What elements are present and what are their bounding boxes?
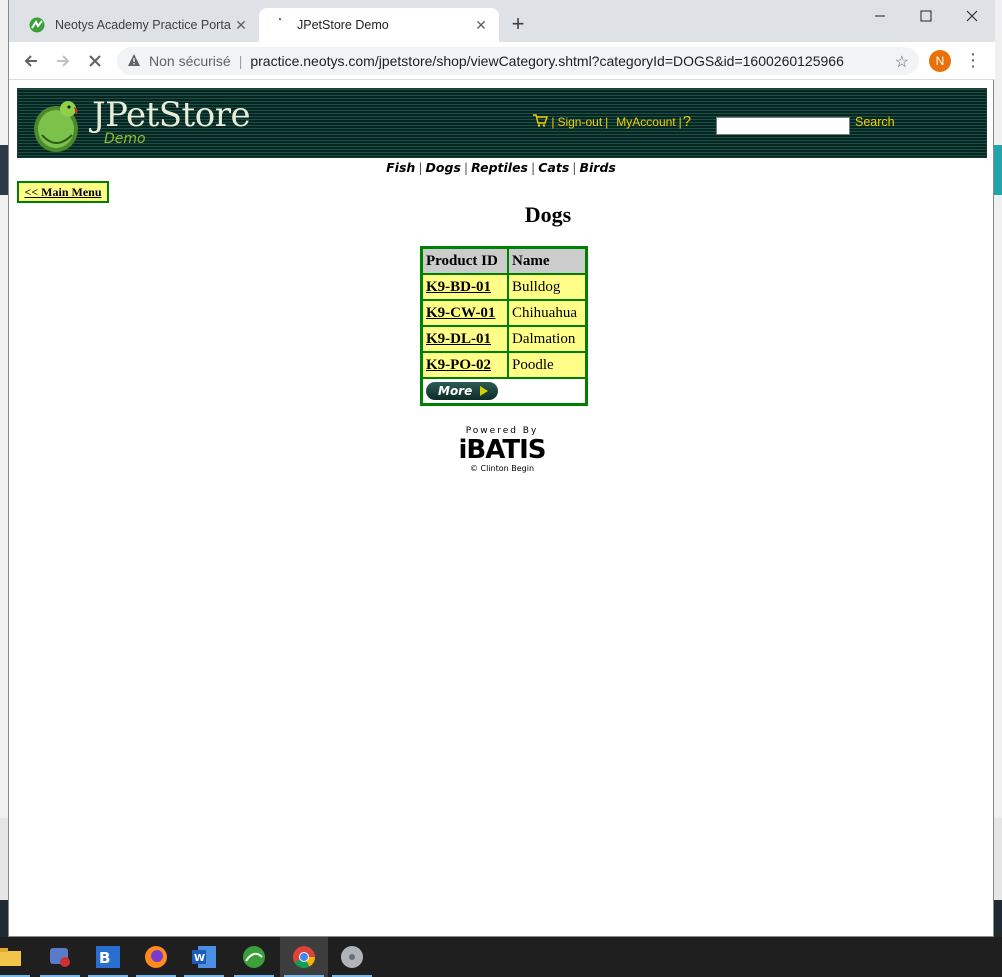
minimize-icon[interactable] — [857, 0, 903, 32]
menu-kebab-icon[interactable]: ⋮ — [963, 50, 983, 72]
warning-icon — [127, 53, 141, 70]
neoload-icon[interactable] — [230, 937, 278, 977]
logo-subtitle: Demo — [104, 131, 146, 147]
tab-strip: Neotys Academy Practice Portal ✕ JPetSto… — [9, 0, 995, 42]
tab-jpetstore[interactable]: JPetStore Demo ✕ — [259, 8, 499, 42]
link-divider: | — [678, 114, 682, 129]
url-text[interactable]: practice.neotys.com/jpetstore/shop/viewC… — [250, 53, 844, 69]
close-tab-icon[interactable]: ✕ — [471, 15, 491, 35]
background-strip — [0, 145, 8, 195]
app-switcher-icon[interactable] — [36, 937, 84, 977]
product-id-link[interactable]: K9-BD-01 — [422, 274, 508, 300]
web-page: JPetStore Demo | Sign-out | MyAccount | … — [9, 80, 993, 936]
address-divider: | — [238, 53, 243, 69]
stop-loading-icon[interactable] — [83, 49, 107, 73]
forward-arrow-icon[interactable] — [51, 49, 75, 73]
table-row: K9-CW-01 Chihuahua — [422, 300, 586, 326]
jpetstore-header: JPetStore Demo | Sign-out | MyAccount | … — [17, 88, 987, 158]
disc-app-icon[interactable] — [328, 937, 376, 977]
more-cell: More — [422, 378, 586, 404]
category-quicklinks: Fish | Dogs | Reptiles | Cats | Birds — [9, 160, 993, 175]
help-question-icon[interactable]: ? — [683, 113, 691, 130]
more-label: More — [438, 384, 473, 398]
search-button[interactable]: Search — [855, 115, 895, 129]
quicklink-reptiles[interactable]: Reptiles — [471, 160, 528, 175]
product-name: Dalmation — [508, 326, 586, 352]
close-tab-icon[interactable]: ✕ — [231, 15, 251, 35]
chrome-icon[interactable] — [280, 937, 328, 977]
link-divider: | — [531, 160, 536, 175]
column-header-product-id: Product ID — [422, 248, 508, 274]
svg-text:B: B — [99, 949, 110, 967]
product-id-link[interactable]: K9-PO-02 — [422, 352, 508, 378]
ibatis-brand: iBATIS — [458, 435, 547, 465]
parrot-logo-icon[interactable] — [32, 95, 82, 153]
background-strip — [994, 145, 1002, 195]
column-header-name: Name — [508, 248, 586, 274]
quicklink-birds[interactable]: Birds — [579, 160, 615, 175]
browser-toolbar: Non sécurisé | practice.neotys.com/jpets… — [9, 42, 995, 80]
play-arrow-icon — [480, 386, 489, 396]
address-bar[interactable]: Non sécurisé | practice.neotys.com/jpets… — [117, 47, 919, 75]
svg-text:W: W — [194, 953, 205, 964]
back-arrow-icon[interactable] — [19, 49, 43, 73]
product-name: Bulldog — [508, 274, 586, 300]
tab-title: Neotys Academy Practice Portal — [55, 18, 231, 32]
more-button[interactable]: More — [426, 382, 498, 400]
main-menu-button[interactable]: << Main Menu — [17, 181, 109, 203]
link-divider: | — [605, 114, 609, 129]
quicklink-dogs[interactable]: Dogs — [426, 160, 461, 175]
firefox-icon[interactable] — [132, 937, 180, 977]
product-id-link[interactable]: K9-CW-01 — [422, 300, 508, 326]
word-icon[interactable]: W — [180, 937, 228, 977]
table-row: K9-DL-01 Dalmation — [422, 326, 586, 352]
quicklink-cats[interactable]: Cats — [538, 160, 569, 175]
taskbar: B W — [0, 937, 1002, 977]
sign-out-link[interactable]: Sign-out — [557, 115, 602, 129]
table-row: K9-PO-02 Poodle — [422, 352, 586, 378]
my-account-link[interactable]: MyAccount — [616, 115, 675, 129]
b-app-icon[interactable]: B — [84, 937, 132, 977]
tab-title: JPetStore Demo — [297, 18, 389, 32]
loading-spinner-icon — [271, 17, 287, 33]
new-tab-button[interactable]: + — [507, 13, 529, 36]
file-explorer-icon[interactable] — [0, 937, 34, 977]
browser-window: Neotys Academy Practice Portal ✕ JPetSto… — [8, 0, 995, 937]
product-name: Chihuahua — [508, 300, 586, 326]
profile-avatar[interactable]: N — [929, 50, 951, 72]
security-label[interactable]: Non sécurisé — [149, 53, 231, 69]
table-header-row: Product ID Name — [422, 248, 586, 274]
category-title: Dogs — [524, 202, 572, 227]
link-divider: | — [463, 160, 469, 175]
search-input[interactable] — [716, 117, 850, 135]
table-row: K9-BD-01 Bulldog — [422, 274, 586, 300]
close-window-icon[interactable] — [949, 0, 995, 32]
tab-neotys-portal[interactable]: Neotys Academy Practice Portal ✕ — [17, 8, 259, 42]
cart-icon[interactable] — [532, 113, 548, 130]
credit-text: © Clinton Begin — [469, 464, 535, 473]
product-id-link[interactable]: K9-DL-01 — [422, 326, 508, 352]
link-divider: | — [418, 160, 423, 175]
neotys-favicon-icon — [29, 17, 45, 33]
header-links: | Sign-out | MyAccount | ? — [532, 113, 694, 130]
link-divider: | — [548, 114, 555, 129]
product-table: Product ID Name K9-BD-01 Bulldog K9-CW-0… — [420, 246, 588, 406]
table-row-more: More — [422, 378, 586, 404]
logo-title[interactable]: JPetStore — [92, 95, 251, 135]
link-divider: | — [572, 160, 577, 175]
ibatis-logo: Powered By iBATIS © Clinton Begin — [447, 426, 557, 484]
product-name: Poodle — [508, 352, 586, 378]
bookmark-star-icon[interactable]: ☆ — [895, 52, 909, 72]
maximize-icon[interactable] — [903, 0, 949, 32]
quicklink-fish[interactable]: Fish — [386, 160, 415, 175]
